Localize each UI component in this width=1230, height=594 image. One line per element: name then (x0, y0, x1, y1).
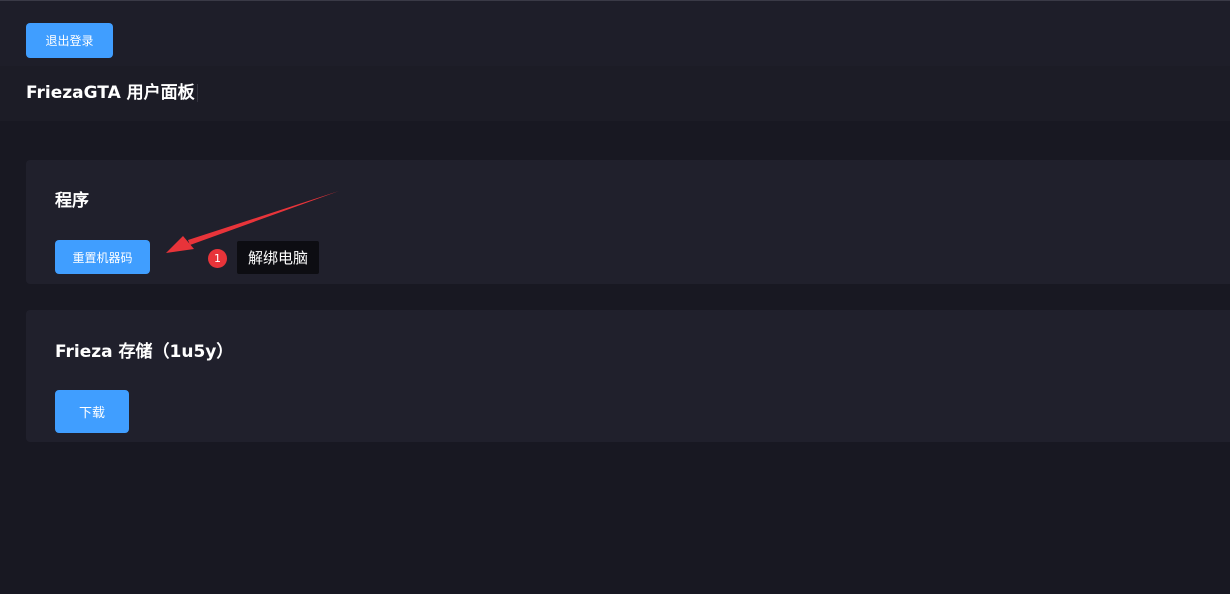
storage-card-title: Frieza 存储（1u5y） (55, 342, 234, 362)
logout-button[interactable]: 退出登录 (26, 23, 113, 58)
storage-card: Frieza 存储（1u5y） 下载 (26, 310, 1230, 442)
download-button[interactable]: 下载 (55, 390, 129, 433)
annotation-label: 解绑电脑 (237, 241, 319, 274)
program-card: 程序 重置机器码 (26, 160, 1230, 284)
program-card-title: 程序 (55, 191, 89, 211)
page-title: FriezaGTA 用户面板 (26, 83, 195, 103)
top-bar: 退出登录 (0, 0, 1230, 66)
step-number-badge: 1 (208, 249, 227, 268)
title-divider (197, 84, 198, 102)
page-header: FriezaGTA 用户面板 (0, 66, 1230, 121)
reset-machine-code-button[interactable]: 重置机器码 (55, 240, 150, 274)
